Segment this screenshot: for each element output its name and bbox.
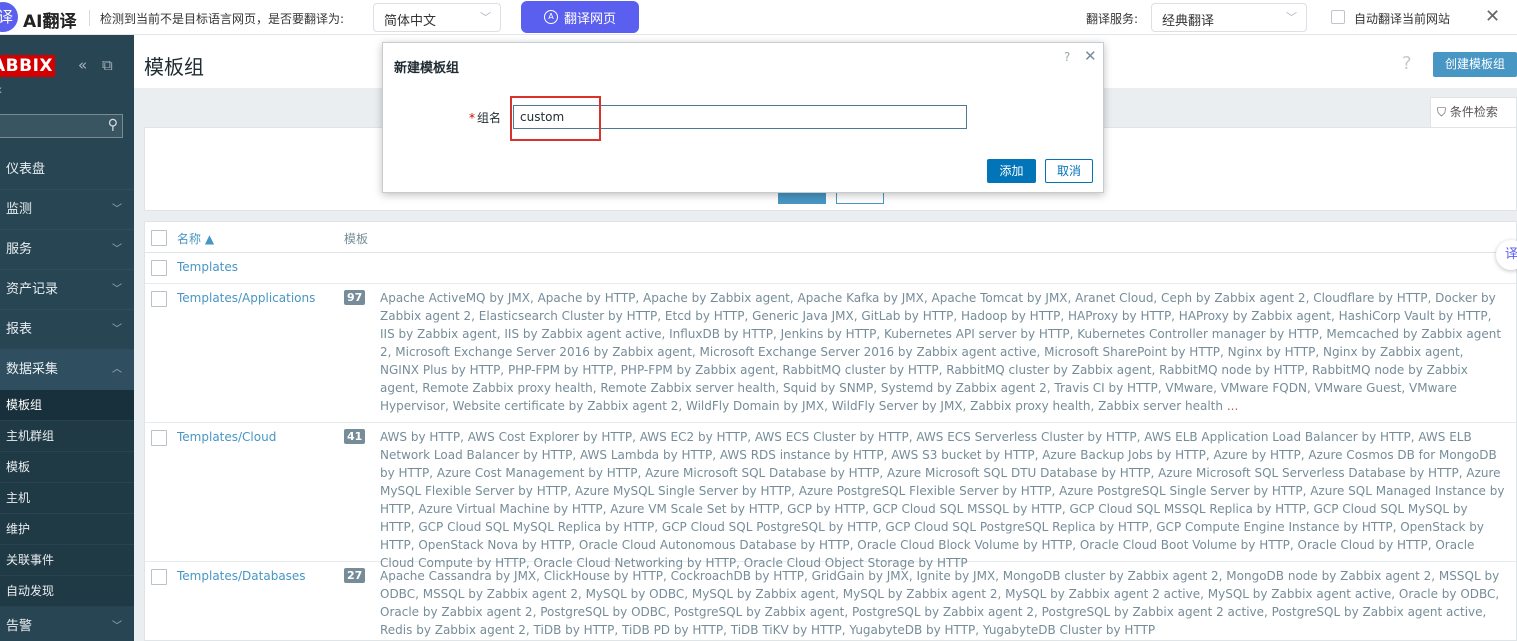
new-template-group-dialog: 新建模板组 ? ✕ *组名 添加 取消 [382, 42, 1104, 193]
group-name-link[interactable]: Templates/Applications [177, 291, 315, 305]
chevron-down-icon: ﹀ [480, 11, 491, 24]
chevron-up-icon: ︿ [112, 364, 122, 375]
kiosk-mode-icon[interactable]: ⧉ [102, 56, 113, 74]
cancel-button[interactable]: 取消 [1045, 159, 1093, 183]
service-label: 翻译服务: [1086, 12, 1139, 26]
translate-page-label: 翻译网页 [563, 11, 616, 27]
row-checkbox[interactable] [151, 569, 167, 585]
submenu-item-discovery[interactable]: 自动发现 [0, 576, 134, 607]
submenu-item-event-correlation[interactable]: 关联事件 [0, 545, 134, 576]
translate-icon: A [543, 10, 558, 24]
menu-item-label: 资产记录 [6, 282, 59, 297]
chevron-down-icon: ﹀ [112, 204, 122, 215]
translate-bar: 译 AI翻译 检测到当前不是目标语言网页，是否要翻译为: 简体中文 ﹀ A 翻译… [0, 0, 1517, 35]
translate-prompt: 检测到当前不是目标语言网页，是否要翻译为: [100, 12, 345, 26]
close-icon[interactable]: ✕ [1084, 47, 1097, 65]
submenu-item-host-groups[interactable]: 主机群组 [0, 421, 134, 452]
highlight-annotation-box [510, 96, 601, 141]
target-language-value: 简体中文 [384, 14, 437, 29]
page-title: 模板组 [144, 55, 204, 79]
menu-item-alerts[interactable]: 告警 ﹀ [0, 607, 134, 641]
translate-page-button[interactable]: A 翻译网页 [521, 1, 639, 33]
menu-item-label: 服务 [6, 242, 33, 257]
collapse-sidebar-icon[interactable]: « [78, 56, 87, 74]
menu-item-dashboard[interactable]: 仪表盘 [0, 150, 134, 190]
table-row: Templates [145, 253, 1516, 284]
template-list: AWS by HTTP, AWS Cost Explorer by HTTP, … [380, 428, 1505, 572]
sidebar-search-input[interactable]: ⚲ [0, 114, 123, 138]
table-row: Templates/Applications 97 Apache ActiveM… [145, 284, 1516, 423]
help-icon[interactable]: ? [1064, 50, 1070, 64]
translate-logo-icon: 译 [0, 2, 18, 32]
close-icon[interactable]: ✕ [1485, 6, 1500, 27]
chevron-down-icon: ﹀ [1286, 11, 1297, 24]
template-list-text[interactable]: Apache ActiveMQ by JMX, Apache by HTTP, … [380, 291, 1501, 413]
sidebar: ABBIX « ⧉ x ⚲ 仪表盘 监测 ﹀ 服务 ﹀ 资产记录 ﹀ 报表 ﹀ 数据采集… [0, 35, 134, 641]
group-name-link[interactable]: Templates/Databases [177, 569, 306, 583]
filter-tab-label: 条件检索 [1449, 105, 1498, 119]
menu-item-services[interactable]: 服务 ﹀ [0, 230, 134, 270]
dialog-title: 新建模板组 [394, 61, 460, 76]
menu-item-data-collection[interactable]: 数据采集 ︿ [0, 350, 134, 390]
menu-item-label: 监测 [6, 202, 33, 217]
menu-item-label: 告警 [6, 619, 33, 634]
column-header-templates: 模板 [344, 232, 369, 246]
menu-item-label: 报表 [6, 322, 33, 337]
required-mark: * [469, 111, 475, 125]
group-name-label: * 组名 [469, 109, 501, 126]
template-count-badge[interactable]: 97 [344, 290, 366, 305]
divider [89, 10, 90, 26]
chevron-down-icon: ﹀ [112, 621, 122, 632]
zabbix-logo[interactable]: ABBIX [0, 55, 56, 77]
template-count-badge[interactable]: 41 [344, 429, 366, 444]
chevron-down-icon: ﹀ [112, 284, 122, 295]
table-row: Templates/Cloud 41 AWS by HTTP, AWS Cost… [145, 423, 1516, 570]
submenu-item-maintenance[interactable]: 维护 [0, 514, 134, 545]
template-list: Apache ActiveMQ by JMX, Apache by HTTP, … [380, 289, 1505, 415]
table-row: Templates/Databases 27 Apache Cassandra … [145, 562, 1516, 640]
template-list-text[interactable]: Apache Cassandra by JMX, ClickHouse by H… [380, 569, 1499, 637]
filter-tab[interactable]: ⛉ 条件检索 [1430, 97, 1517, 127]
column-header-name[interactable]: 名称 ▲ [177, 230, 214, 247]
main-menu: 仪表盘 监测 ﹀ 服务 ﹀ 资产记录 ﹀ 报表 ﹀ 数据采集 ︿ 模板组 主机群组 模板 … [0, 150, 134, 641]
auto-translate-checkbox[interactable] [1331, 10, 1345, 24]
template-groups-table: 名称 ▲ 模板 Templates Templates/Applications… [144, 221, 1517, 641]
group-name-link[interactable]: Templates [177, 260, 238, 274]
menu-item-reports[interactable]: 报表 ﹀ [0, 310, 134, 350]
template-list: Apache Cassandra by JMX, ClickHouse by H… [380, 567, 1505, 639]
template-count-badge[interactable]: 27 [344, 568, 366, 583]
service-select[interactable]: 经典翻译 ﹀ [1151, 3, 1307, 32]
target-language-select[interactable]: 简体中文 ﹀ [373, 3, 501, 32]
more-ellipsis[interactable]: ... [1227, 399, 1238, 413]
row-checkbox[interactable] [151, 291, 167, 307]
submenu-item-template-groups[interactable]: 模板组 [0, 390, 134, 421]
row-checkbox[interactable] [151, 260, 167, 276]
server-name: x [0, 85, 2, 96]
translate-brand: AI翻译 [23, 12, 77, 32]
template-list-text[interactable]: AWS by HTTP, AWS Cost Explorer by HTTP, … [380, 430, 1504, 570]
auto-translate-label: 自动翻译当前网站 [1354, 12, 1451, 26]
menu-item-label: 仪表盘 [6, 162, 46, 177]
menu-item-label: 数据采集 [6, 362, 59, 377]
menu-item-inventory[interactable]: 资产记录 ﹀ [0, 270, 134, 310]
menu-item-monitoring[interactable]: 监测 ﹀ [0, 190, 134, 230]
submenu-item-hosts[interactable]: 主机 [0, 483, 134, 514]
create-template-group-button[interactable]: 创建模板组 [1433, 52, 1517, 77]
filter-icon: ⛉ [1437, 105, 1447, 119]
row-checkbox[interactable] [151, 430, 167, 446]
search-icon[interactable]: ⚲ [108, 117, 118, 133]
add-button[interactable]: 添加 [987, 159, 1036, 183]
submenu-item-templates[interactable]: 模板 [0, 452, 134, 483]
chevron-down-icon: ﹀ [112, 244, 122, 255]
help-icon[interactable]: ? [1402, 53, 1412, 74]
group-name-link[interactable]: Templates/Cloud [177, 430, 276, 444]
select-all-checkbox[interactable] [151, 230, 167, 246]
group-name-label-text: 组名 [477, 111, 502, 125]
table-header: 名称 ▲ 模板 [145, 222, 1516, 253]
chevron-down-icon: ﹀ [112, 324, 122, 335]
service-value: 经典翻译 [1162, 14, 1215, 29]
